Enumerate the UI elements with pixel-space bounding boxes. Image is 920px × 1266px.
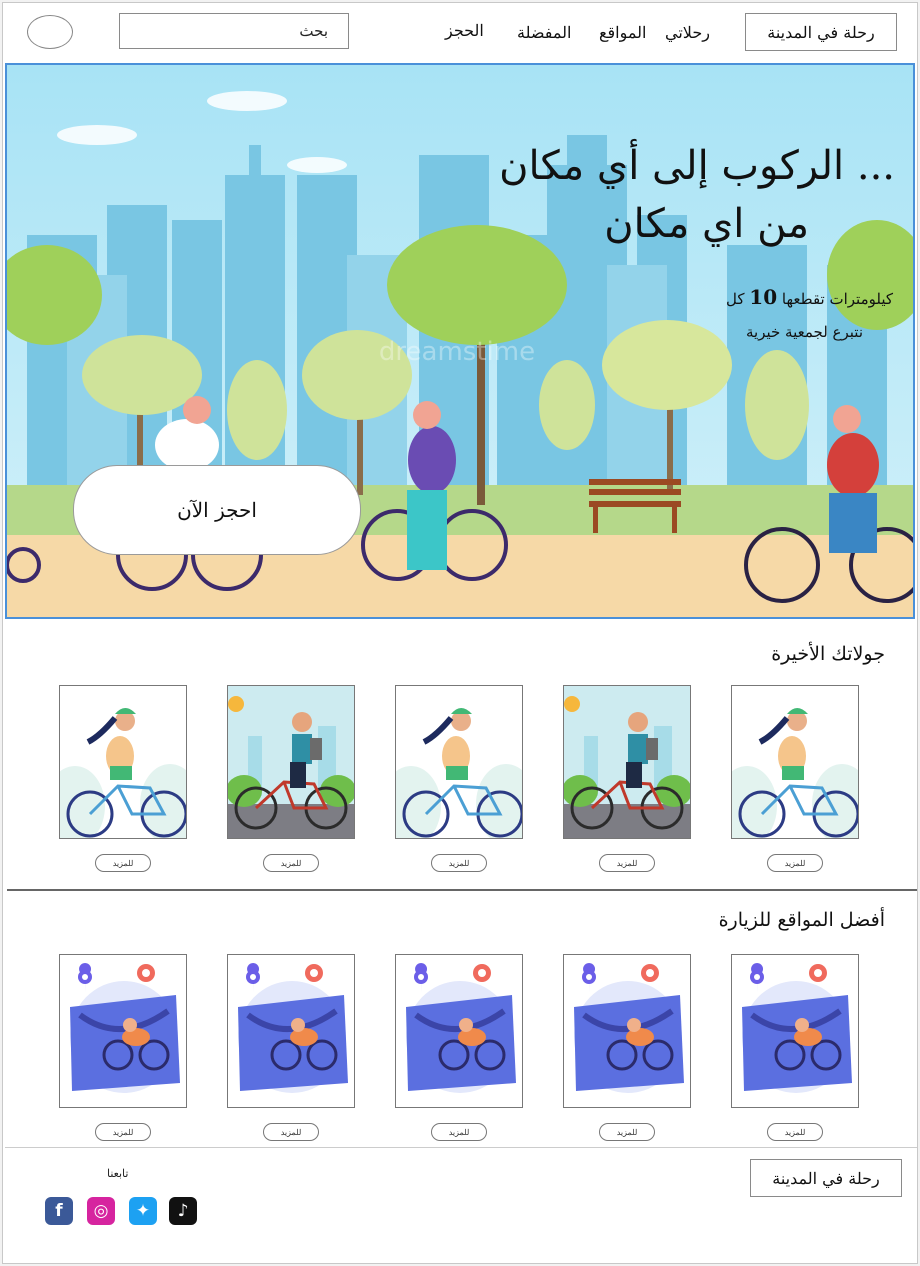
recent-tour-more-button[interactable]: للمزيد [95,854,151,872]
brand-button[interactable]: رحلة في المدينة [745,13,897,51]
recent-tour-card[interactable] [59,685,187,839]
hero-title-line2: من اي مكان [604,201,809,247]
place-more-button[interactable]: للمزيد [263,1123,319,1141]
recent-tour-card[interactable] [227,685,355,839]
recent-tour-more-button[interactable]: للمزيد [767,854,823,872]
recent-tour-card-image [396,686,522,838]
search-input[interactable]: بحث [119,13,349,49]
place-card[interactable] [227,954,355,1108]
place-card-image [228,955,354,1107]
page-frame: بحث الحجز المفضلة المواقع رحلاتي رحلة في… [2,2,918,1264]
instagram-icon[interactable]: ◎ [87,1197,115,1225]
nav-favorites[interactable]: المفضلة [517,23,571,42]
recent-tour-card[interactable] [395,685,523,839]
recent-tour-card[interactable] [563,685,691,839]
place-card[interactable] [395,954,523,1108]
nav-my-trips[interactable]: رحلاتي [665,23,710,42]
place-card[interactable] [563,954,691,1108]
nav-locations[interactable]: المواقع [599,23,646,42]
desc-number: 10 [749,285,778,309]
place-card[interactable] [731,954,859,1108]
book-now-button[interactable]: احجز الآن [73,465,361,555]
footer-divider [5,1147,917,1148]
hero-title: الركوب إلى أي مكان ... من اي مكان [475,137,895,253]
hero-banner: dreamstime الركوب إلى أي مكان ... من اي … [5,63,915,619]
place-more-button[interactable]: للمزيد [95,1123,151,1141]
recent-tour-more-button[interactable]: للمزيد [263,854,319,872]
twitter-icon[interactable]: ✦ [129,1197,157,1225]
footer-brand[interactable]: رحلة في المدينة [750,1159,902,1197]
recent-tour-card-image [60,686,186,838]
recent-tour-card[interactable] [731,685,859,839]
follow-us-label: تابعنا [107,1167,129,1180]
place-more-button[interactable]: للمزيد [599,1123,655,1141]
desc-suffix: كيلومترات تقطعها [781,290,893,308]
place-more-button[interactable]: للمزيد [767,1123,823,1141]
svg-text:dreamstime: dreamstime [379,337,535,367]
place-card-image [60,955,186,1107]
place-card-image [732,955,858,1107]
recent-tour-card-image [564,686,690,838]
place-card-image [396,955,522,1107]
recent-tours-title: جولاتك الأخيرة [771,643,885,665]
place-card-image [564,955,690,1107]
place-more-button[interactable]: للمزيد [431,1123,487,1141]
hero-desc-line2: نتبرع لجمعية خيرية [745,323,863,341]
tiktok-icon[interactable]: ♪ [169,1197,197,1225]
place-card[interactable] [59,954,187,1108]
best-places-title: أفضل المواقع للزيارة [718,909,885,931]
desc-prefix: كل [726,290,745,308]
recent-tour-card-image [228,686,354,838]
recent-tour-card-image [732,686,858,838]
recent-tour-more-button[interactable]: للمزيد [431,854,487,872]
hero-title-line1: الركوب إلى أي مكان ... [499,143,895,189]
hero-desc-line1: كيلومترات تقطعها 10 كل [726,285,893,309]
facebook-icon[interactable]: f [45,1197,73,1225]
logo[interactable] [27,15,73,49]
nav-booking[interactable]: الحجز [445,21,484,40]
section-divider [7,889,917,891]
recent-tour-more-button[interactable]: للمزيد [599,854,655,872]
